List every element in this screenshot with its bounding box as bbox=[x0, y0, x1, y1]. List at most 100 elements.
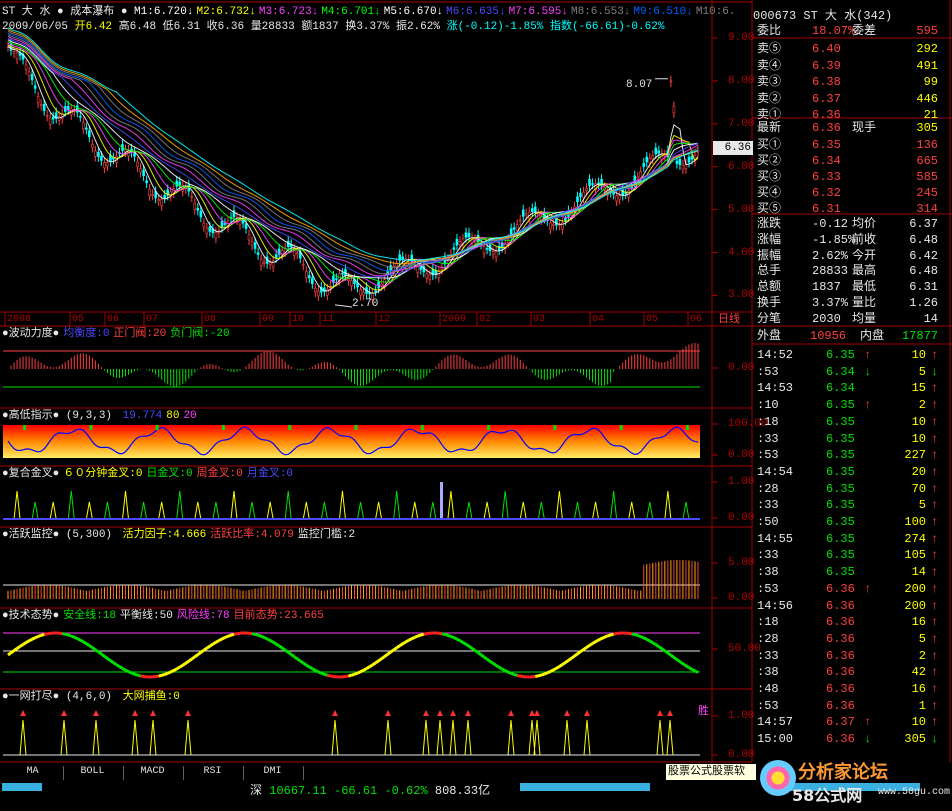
quote-label: 买② bbox=[757, 154, 782, 168]
panel-name[interactable]: 活跃监控 bbox=[9, 529, 53, 541]
quote-label: 总手 bbox=[757, 264, 782, 279]
quote-price: 6.36 bbox=[812, 121, 841, 135]
panel-tick-label: 0.00 bbox=[728, 749, 755, 761]
quote-label: 涨跌 bbox=[757, 217, 782, 231]
tab-rsi[interactable]: RSI bbox=[182, 766, 244, 780]
sell-level-4: 卖④ 6.39 491 bbox=[756, 59, 938, 74]
arrow-down-icon: ↓ bbox=[864, 732, 872, 747]
buy-level-3: 买③ 6.33 585 bbox=[756, 170, 938, 185]
price-tick-label: 8.00 bbox=[728, 74, 755, 87]
date-tick-label: 05 bbox=[646, 314, 659, 325]
ma-value-list: M1:6.720↓ M2:6.732↓ M3:6.723↓ M4:6.701↓ M5:6… bbox=[134, 6, 738, 18]
waipan-value: 10956 bbox=[810, 329, 847, 343]
main-title-line: ST 大 水 ● 成本瀑布 ● M1:6.720↓ M2:6.732↓ M3:6.7… bbox=[2, 5, 738, 19]
quote-price: 6.35 bbox=[812, 138, 841, 152]
tick-dir-icon: ↑ bbox=[930, 348, 938, 362]
panel-name[interactable]: 复合金叉 bbox=[9, 468, 53, 480]
tick-price: 6.35 bbox=[826, 498, 855, 513]
tick-time: :50 bbox=[757, 515, 779, 529]
tick-volume: 16 bbox=[911, 615, 926, 630]
tick-dir-icon: ↑ bbox=[930, 414, 938, 429]
quote-price: 6.38 bbox=[812, 75, 841, 89]
tab-boll[interactable]: BOLL bbox=[62, 766, 124, 780]
quote-label: 分笔 bbox=[757, 311, 782, 326]
ticker-banner[interactable]: 股票公式股票软 bbox=[666, 764, 756, 780]
indicator-name[interactable]: 成本瀑布 bbox=[70, 6, 114, 18]
bar-turnover: 换3.37% bbox=[345, 21, 390, 33]
tab-ma[interactable]: MA bbox=[2, 766, 64, 780]
panel-value: 目前态势:23.665 bbox=[233, 610, 324, 622]
tick-row: :10 6.35 ↑ 2 ↑ bbox=[756, 397, 938, 413]
panel-value: 负门阀:-20 bbox=[170, 328, 230, 340]
tick-dir-icon: ↑ bbox=[930, 648, 938, 663]
tick-row: :50 6.35 100 ↑ bbox=[756, 514, 938, 530]
panel-extra-label: 胜 bbox=[698, 706, 709, 718]
weidiff-label: 委差 bbox=[852, 24, 877, 38]
tick-time: :53 bbox=[757, 448, 779, 463]
quote-volume: 6.31 bbox=[909, 280, 938, 295]
panel-dot-icon: ● bbox=[52, 610, 60, 622]
buy-level-2: 买② 6.34 665 bbox=[756, 154, 938, 169]
tick-price: 6.36 bbox=[826, 581, 855, 596]
quote-volume: 245 bbox=[916, 186, 938, 200]
tick-dir-icon: ↑ bbox=[930, 498, 938, 513]
tick-volume: 105 bbox=[904, 548, 926, 563]
tick-dir-icon: ↑ bbox=[930, 565, 938, 580]
tick-price: 6.35 bbox=[826, 548, 855, 563]
period-label[interactable]: 日线 bbox=[718, 313, 740, 327]
tab-macd[interactable]: MACD bbox=[122, 766, 184, 780]
tick-time: 14:54 bbox=[757, 464, 794, 479]
index-readout[interactable]: 深 10667.11 -66.61 -0.62% 808.33亿 bbox=[250, 784, 490, 798]
panel-value: ６０分钟金叉:0 bbox=[63, 468, 143, 480]
panel-dot-icon: ● bbox=[52, 328, 60, 340]
panel-params: (4,6,0) bbox=[59, 691, 119, 703]
panel-dot-icon: ● bbox=[2, 610, 9, 622]
stat-row: 涨跌 -0.12 6.37 均价 bbox=[756, 217, 938, 232]
quote-label: 卖② bbox=[757, 91, 782, 106]
bar-volume: 量28833 bbox=[250, 21, 295, 33]
price-tick-label: 3.00 bbox=[728, 289, 755, 302]
sell-level-5: 卖⑤ 6.40 292 bbox=[756, 42, 938, 57]
tick-dir-icon: ↑ bbox=[930, 715, 938, 730]
price-tick-label: 7.00 bbox=[728, 117, 755, 130]
tick-row: :53 6.34 ↓ 5 ↓ bbox=[756, 364, 938, 380]
panel-value: 周金叉:0 bbox=[196, 468, 243, 480]
panel-value: 正门阀:20 bbox=[113, 328, 167, 340]
low-mark-label: 2.70 bbox=[352, 298, 379, 310]
tick-price: 6.35 bbox=[826, 448, 855, 463]
quote-price: 6.40 bbox=[812, 42, 841, 56]
tick-time: 14:56 bbox=[757, 598, 794, 613]
quote-volume: 305 bbox=[916, 121, 938, 135]
arrow-up-icon: ↑ bbox=[864, 581, 872, 596]
panel-name[interactable]: 波动力度 bbox=[9, 328, 53, 340]
panel-name[interactable]: 一网打尽 bbox=[9, 691, 53, 703]
buy-level-4: 买④ 6.32 245 bbox=[756, 186, 938, 201]
tick-dir-icon: ↑ bbox=[930, 615, 938, 630]
tick-row: :53 6.35 227 ↑ bbox=[756, 447, 938, 463]
panel-name[interactable]: 高低指示 bbox=[9, 410, 53, 422]
ma-value-8: M8:6.553↓ bbox=[571, 6, 631, 18]
tick-price: 6.37 bbox=[826, 715, 855, 730]
tick-time: :18 bbox=[757, 615, 779, 630]
stat-label: 均量 bbox=[852, 311, 877, 326]
panel-title-6: ●一网打尽● (4,6,0) 大网捕鱼:0 bbox=[2, 690, 180, 704]
tab-dmi[interactable]: DMI bbox=[242, 766, 304, 780]
tick-volume: 10 bbox=[911, 715, 926, 730]
tick-volume: 1 bbox=[918, 698, 926, 713]
quote-price: 3.37% bbox=[812, 296, 849, 310]
panel-value: 活跃比率:4.079 bbox=[210, 529, 294, 541]
tick-price: 6.35 bbox=[826, 515, 855, 529]
tick-volume: 15 bbox=[911, 381, 926, 396]
panel-name[interactable]: 技术态势 bbox=[9, 610, 53, 622]
index-change: 指数(-66.61)-0.62% bbox=[550, 21, 665, 33]
panel-tick-label: 1.00 bbox=[728, 476, 755, 488]
status-indicator-left bbox=[2, 783, 42, 791]
tick-price: 6.35 bbox=[826, 348, 855, 362]
tick-time: :33 bbox=[757, 548, 779, 563]
tick-price: 6.36 bbox=[826, 615, 855, 630]
tick-price: 6.35 bbox=[826, 481, 855, 496]
tick-row: :53 6.36 1 ↑ bbox=[756, 698, 938, 714]
stat-row: 振幅 2.62% 6.42 今开 bbox=[756, 249, 938, 264]
tick-volume: 10 bbox=[911, 414, 926, 429]
tick-price: 6.35 bbox=[826, 464, 855, 479]
